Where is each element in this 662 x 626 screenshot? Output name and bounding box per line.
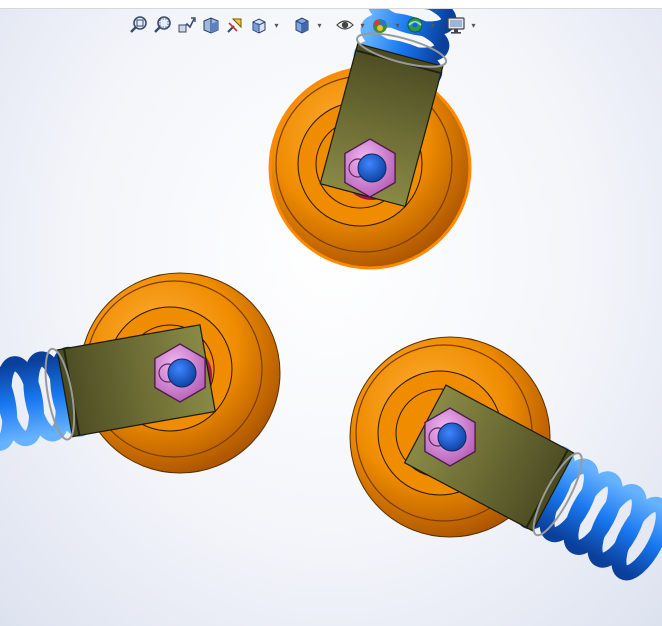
caster-wheel-right[interactable] (349, 336, 662, 581)
axle-bolt (357, 153, 387, 183)
view-settings-dropdown-icon[interactable]: ▾ (469, 13, 478, 37)
caster-wheel-top[interactable] (268, 0, 472, 270)
hide-show-items-icon[interactable] (334, 13, 356, 37)
spring-coil (0, 360, 18, 451)
zoom-to-fit-icon[interactable] (128, 13, 150, 37)
3d-model-view[interactable] (0, 0, 662, 626)
apply-scene-dropdown-icon[interactable]: ▾ (428, 13, 437, 37)
view-orientation-icon[interactable] (248, 13, 270, 37)
hide-show-items-dropdown-icon[interactable]: ▾ (358, 13, 367, 37)
axle-bolt (437, 422, 467, 452)
section-view-icon[interactable] (200, 13, 222, 37)
zoom-to-area-icon[interactable] (152, 13, 174, 37)
dynamic-annotation-view-icon[interactable] (224, 13, 246, 37)
heads-up-view-toolbar: ▾ ▾ ▾ ▾ ▾ ▾ (128, 12, 478, 38)
display-style-dropdown-icon[interactable]: ▾ (315, 13, 324, 37)
apply-scene-icon[interactable] (404, 13, 426, 37)
axle-bolt (167, 358, 197, 388)
view-orientation-dropdown-icon[interactable]: ▾ (272, 13, 281, 37)
edit-appearance-icon[interactable] (369, 13, 391, 37)
graphics-area[interactable] (0, 0, 662, 626)
view-settings-icon[interactable] (445, 13, 467, 37)
caster-wheel-left[interactable] (0, 272, 281, 474)
previous-view-icon[interactable] (176, 13, 198, 37)
display-style-icon[interactable] (291, 13, 313, 37)
edit-appearance-dropdown-icon[interactable]: ▾ (393, 13, 402, 37)
window-top-border (0, 0, 662, 9)
